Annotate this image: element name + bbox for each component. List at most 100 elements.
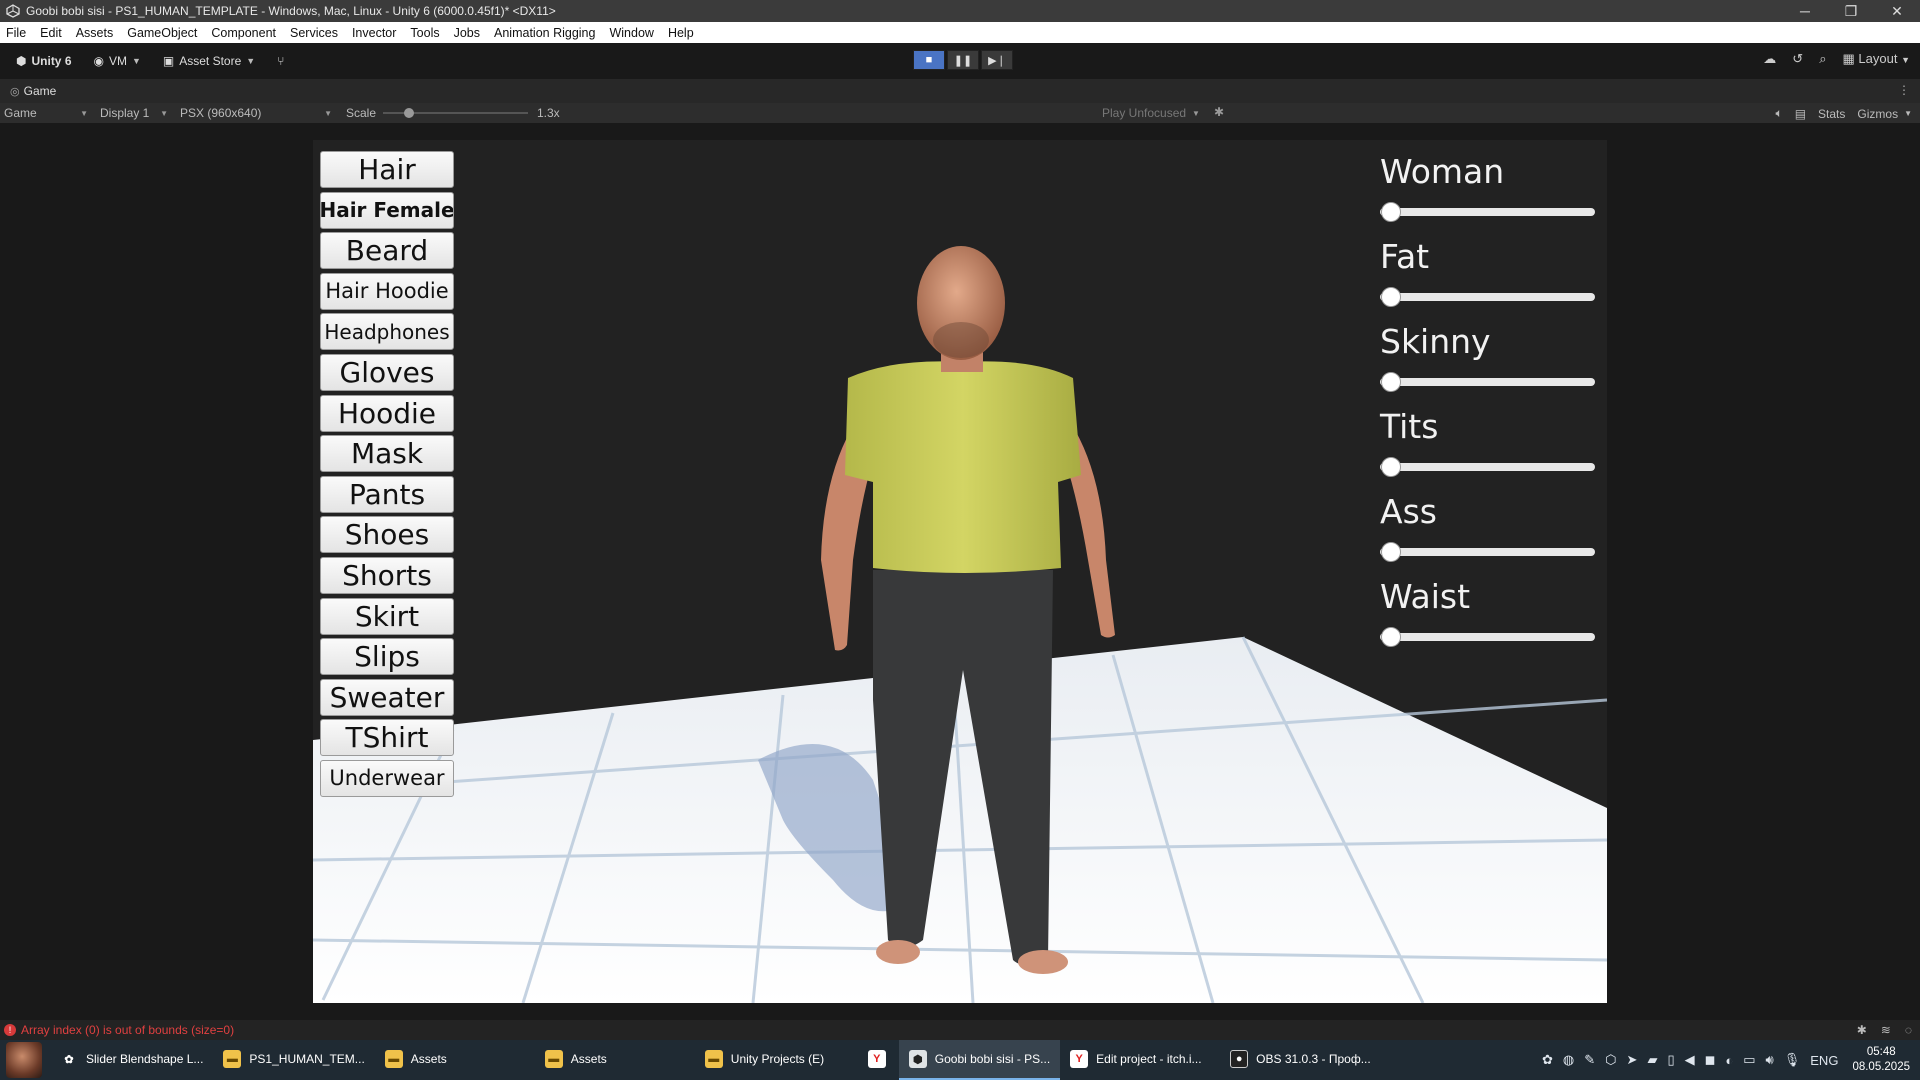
taskbar-item-folder[interactable]: ▬ PS1_HUMAN_TEM... <box>213 1040 374 1080</box>
steam-icon[interactable]: ◐ <box>1725 1053 1733 1068</box>
nvidia-tray-icon[interactable]: ◼ <box>1705 1052 1716 1068</box>
menu-edit[interactable]: Edit <box>40 26 62 40</box>
language-indicator[interactable]: ENG <box>1810 1053 1838 1068</box>
search-icon[interactable]: ⌕ <box>1819 51 1826 67</box>
restore-button[interactable]: ❐ <box>1828 0 1874 22</box>
stats-button[interactable]: Stats <box>1818 107 1845 121</box>
layers-icon[interactable]: ≋ <box>1881 1023 1891 1037</box>
slider-track[interactable] <box>1380 378 1595 386</box>
app-tray-icon[interactable]: ▰ <box>1647 1052 1657 1068</box>
account-dropdown[interactable]: ◉ VM ▼ <box>88 50 147 72</box>
console-status-bar[interactable]: ! Array index (0) is out of bounds (size… <box>0 1020 1920 1040</box>
history-icon[interactable]: ↺ <box>1792 51 1803 67</box>
underwear-button[interactable]: Underwear <box>320 759 454 797</box>
console-message[interactable]: Array index (0) is out of bounds (size=0… <box>21 1023 234 1037</box>
slider-track[interactable] <box>1380 293 1595 301</box>
steam-tray-icon[interactable]: ◍ <box>1563 1052 1574 1068</box>
menu-animation-rigging[interactable]: Animation Rigging <box>494 26 595 40</box>
keyboard-icon[interactable]: ▤ <box>1795 107 1806 121</box>
menu-jobs[interactable]: Jobs <box>454 26 480 40</box>
taskbar-item-folder[interactable]: ▬ Assets <box>535 1040 695 1080</box>
beard-button[interactable]: Beard <box>320 232 454 270</box>
cloud-icon[interactable]: ☁ <box>1763 51 1776 67</box>
record-tray-icon[interactable]: ◀ <box>1685 1052 1695 1068</box>
menu-tools[interactable]: Tools <box>410 26 439 40</box>
taskbar-item-folder[interactable]: ▬ Assets <box>375 1040 535 1080</box>
menu-component[interactable]: Component <box>211 26 276 40</box>
step-button[interactable]: ▶❘ <box>981 50 1013 70</box>
shorts-button[interactable]: Shorts <box>320 556 454 594</box>
menu-assets[interactable]: Assets <box>76 26 114 40</box>
menu-window[interactable]: Window <box>609 26 653 40</box>
scale-slider-thumb[interactable] <box>404 108 414 118</box>
resolution-dropdown[interactable]: PSX (960x640) ▼ <box>176 106 336 120</box>
system-clock[interactable]: 05:48 08.05.2025 <box>1852 1045 1910 1075</box>
slider-label: Waist <box>1380 577 1471 616</box>
mask-button[interactable]: Mask <box>320 435 454 473</box>
more-options-icon[interactable]: ⋮ <box>1898 83 1910 97</box>
version-control-button[interactable]: ⑂ <box>271 50 290 72</box>
slider-thumb[interactable] <box>1381 372 1401 392</box>
unity-version-button[interactable]: ⬢ Unity 6 <box>10 50 78 72</box>
gloves-button[interactable]: Gloves <box>320 353 454 391</box>
taskbar-item-yandex[interactable]: Y <box>855 1040 899 1080</box>
headphones-button[interactable]: Headphones <box>320 313 454 351</box>
menu-gameobject[interactable]: GameObject <box>127 26 197 40</box>
shoes-button[interactable]: Shoes <box>320 516 454 554</box>
view-mode-dropdown[interactable]: Game ▼ <box>0 106 92 120</box>
taskbar-item-browser[interactable]: Y Edit project - itch.i... <box>1060 1040 1220 1080</box>
slider-thumb[interactable] <box>1381 202 1401 222</box>
play-mode-dropdown[interactable]: Play Unfocused ▼ <box>1098 106 1204 120</box>
usb-tray-icon[interactable]: ▯ <box>1667 1052 1674 1068</box>
stop-button[interactable]: ■ <box>913 50 945 70</box>
skirt-button[interactable]: Skirt <box>320 597 454 635</box>
cube-tray-icon[interactable]: ⬡ <box>1605 1052 1616 1068</box>
sweater-button[interactable]: Sweater <box>320 678 454 716</box>
gizmos-button[interactable]: Gizmos <box>1857 107 1898 121</box>
chatgpt-tray-icon[interactable]: ✿ <box>1542 1052 1553 1068</box>
slips-button[interactable]: Slips <box>320 638 454 676</box>
slider-thumb[interactable] <box>1381 542 1401 562</box>
pants-button[interactable]: Pants <box>320 475 454 513</box>
slider-thumb[interactable] <box>1381 287 1401 307</box>
display-dropdown[interactable]: Display 1 ▼ <box>96 106 172 120</box>
speaker-icon[interactable]: 🔈︎ <box>1776 106 1783 121</box>
bug-off-icon[interactable]: ✱ <box>1857 1023 1867 1037</box>
telegram-tray-icon[interactable]: ➤ <box>1627 1052 1638 1068</box>
menu-services[interactable]: Services <box>290 26 338 40</box>
slider-thumb[interactable] <box>1381 457 1401 477</box>
bug-icon[interactable]: ✱ <box>1214 105 1224 119</box>
hair-female-button[interactable]: Hair Female <box>320 191 454 229</box>
network-icon[interactable]: ▭ <box>1743 1052 1755 1068</box>
chevron-down-icon[interactable]: ▼ <box>1904 109 1912 118</box>
menu-help[interactable]: Help <box>668 26 694 40</box>
slider-track[interactable] <box>1380 548 1595 556</box>
tshirt-button[interactable]: TShirt <box>320 719 454 757</box>
volume-icon[interactable]: 🔊︎ <box>1766 1052 1774 1068</box>
user-avatar[interactable] <box>6 1042 42 1078</box>
layout-dropdown[interactable]: ▦ Layout ▼ <box>1842 51 1910 67</box>
menu-invector[interactable]: Invector <box>352 26 396 40</box>
microphone-icon[interactable]: 🎙︎ <box>1784 1052 1801 1068</box>
pause-button[interactable]: ❚❚ <box>947 50 979 70</box>
asset-store-dropdown[interactable]: ▣ Asset Store ▼ <box>157 50 261 72</box>
slider-track[interactable] <box>1380 463 1595 471</box>
pen-tray-icon[interactable]: ✎ <box>1584 1052 1595 1068</box>
taskbar-item-chatgpt[interactable]: ✿ Slider Blendshape L... <box>50 1040 213 1080</box>
check-circle-icon[interactable]: ◌ <box>1905 1023 1912 1037</box>
hoodie-button[interactable]: Hoodie <box>320 394 454 432</box>
slider-thumb[interactable] <box>1381 627 1401 647</box>
taskbar-item-unity[interactable]: ⬢ Goobi bobi sisi - PS... <box>898 1040 1061 1080</box>
error-icon: ! <box>4 1024 16 1036</box>
slider-track[interactable] <box>1380 633 1595 641</box>
menu-file[interactable]: File <box>6 26 26 40</box>
minimize-button[interactable]: ─ <box>1782 0 1828 22</box>
close-button[interactable]: ✕ <box>1874 0 1920 22</box>
taskbar-item-obs[interactable]: ● OBS 31.0.3 - Проф... <box>1220 1040 1381 1080</box>
slider-track[interactable] <box>1380 208 1595 216</box>
hair-button[interactable]: Hair <box>320 151 454 188</box>
tab-game[interactable]: ◎ Game <box>0 79 67 103</box>
hair-hoodie-button[interactable]: Hair Hoodie <box>320 272 454 310</box>
taskbar-item-folder[interactable]: ▬ Unity Projects (E) <box>695 1040 855 1080</box>
taskbar-item-label: Unity Projects (E) <box>730 1052 825 1066</box>
